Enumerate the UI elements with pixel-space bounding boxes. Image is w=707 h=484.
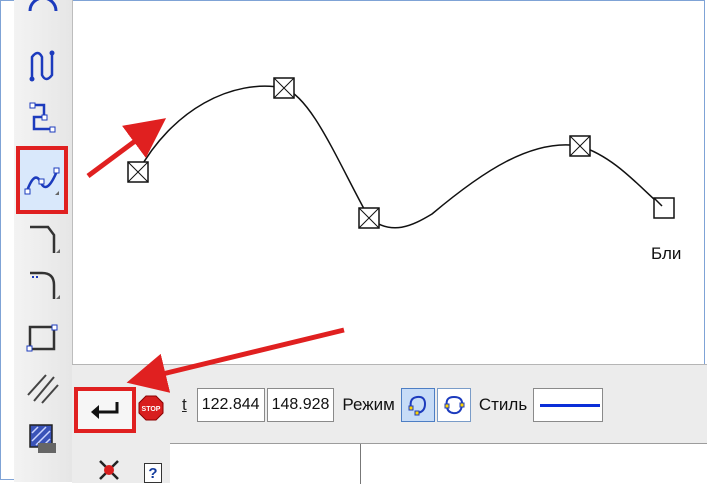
open-curve-icon: [408, 395, 426, 416]
chamfer-tool-icon: [30, 225, 60, 253]
x-coordinate-field[interactable]: 122.844: [196, 388, 265, 422]
control-point[interactable]: [358, 207, 380, 229]
closed-curve-mode-button[interactable]: [436, 388, 471, 422]
circle-tool-button[interactable]: [20, 0, 66, 30]
properties-table: [170, 443, 707, 484]
bezier-tool-button[interactable]: [16, 146, 68, 214]
param-t-label: t: [182, 395, 187, 414]
bezier-curve: [137, 85, 665, 229]
polyline-tool-button[interactable]: [20, 96, 66, 140]
hatch-lines-tool-icon: [27, 374, 59, 404]
create-object-button[interactable]: [74, 387, 136, 433]
fill-tool-button[interactable]: [20, 416, 66, 460]
fillet-tool-icon: [30, 271, 60, 299]
properties-panel: STOP ? t 122.844 148.928 Режим Стиль: [72, 364, 707, 484]
fill-tool-icon: [29, 424, 56, 453]
snap-hint-label: Бли: [651, 244, 682, 263]
nurbs-tool-icon: [29, 50, 55, 82]
polyline-tool-icon: [29, 102, 56, 133]
hatch-lines-tool-button[interactable]: [20, 366, 66, 410]
nurbs-tool-button[interactable]: [20, 44, 66, 88]
cursor-point[interactable]: [653, 197, 675, 219]
question-icon: ?: [148, 464, 158, 482]
control-point[interactable]: [273, 77, 295, 99]
drawing-canvas[interactable]: [72, 0, 707, 364]
table-divider: [360, 444, 361, 484]
control-point[interactable]: [127, 161, 149, 183]
bezier-tool-icon: [24, 167, 60, 195]
closed-curve-icon: [444, 395, 465, 415]
interrupt-command-icon[interactable]: [96, 457, 122, 483]
chamfer-tool-button[interactable]: [20, 216, 66, 260]
line-style-preview: [540, 403, 601, 407]
mode-label: Режим: [342, 395, 395, 414]
rectangle-tool-icon: [26, 324, 58, 352]
style-label: Стиль: [478, 395, 528, 414]
stop-icon[interactable]: STOP: [138, 395, 164, 421]
fillet-tool-button[interactable]: [20, 262, 66, 306]
circle-tool-icon: [28, 0, 58, 12]
geometry-toolbar: [14, 0, 73, 482]
help-button[interactable]: ?: [144, 463, 162, 483]
control-point[interactable]: [569, 135, 591, 157]
y-coordinate-field[interactable]: 148.928: [266, 388, 335, 422]
parameter-row: t 122.844 148.928 Режим Стиль: [182, 385, 707, 425]
rectangle-tool-button[interactable]: [20, 316, 66, 360]
line-style-selector[interactable]: [533, 388, 604, 422]
svg-text:STOP: STOP: [142, 406, 161, 413]
enter-arrow-icon: [91, 402, 119, 419]
open-curve-mode-button[interactable]: [400, 388, 435, 422]
